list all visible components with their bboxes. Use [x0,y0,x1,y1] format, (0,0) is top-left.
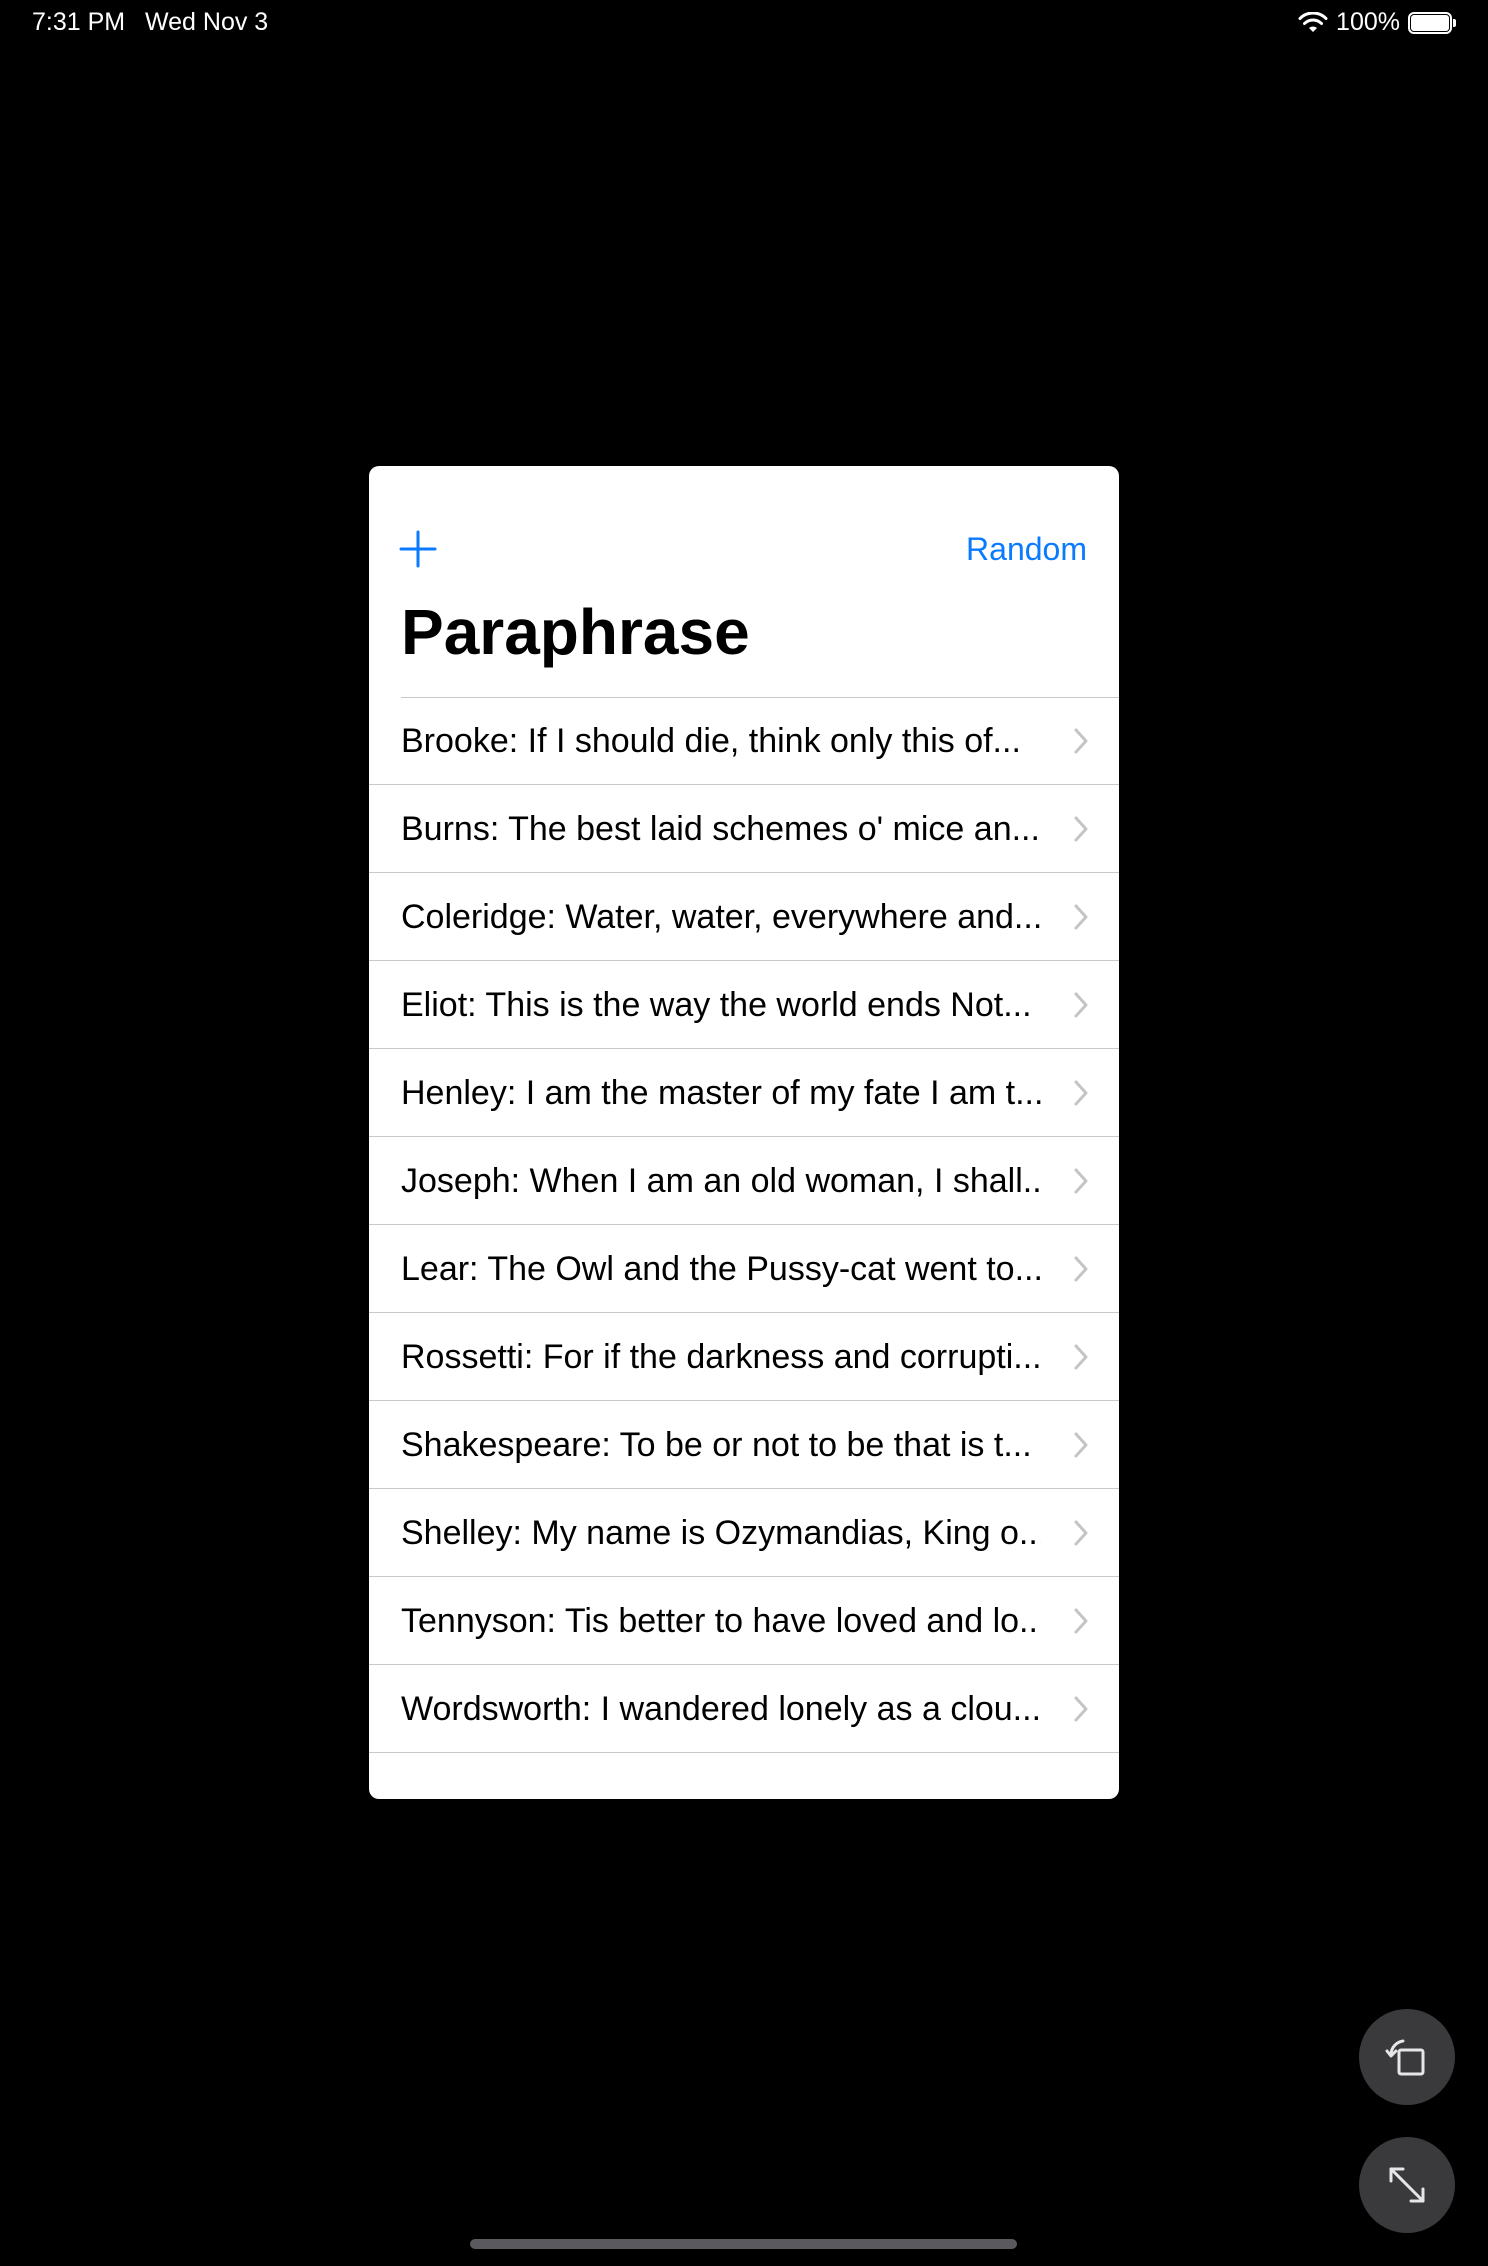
chevron-right-icon [1074,816,1088,842]
status-time: 7:31 PM [32,8,126,36]
chevron-right-icon [1074,1696,1088,1722]
chevron-right-icon [1074,904,1088,930]
expand-icon [1389,2167,1425,2203]
battery-percent: 100% [1336,8,1400,36]
list-item-label: Henley: I am the master of my fate I am … [401,1074,1041,1112]
chevron-right-icon [1074,1080,1088,1106]
rotate-icon [1385,2039,1425,2076]
list-item[interactable]: Eliot: This is the way the world ends No… [369,961,1119,1049]
chevron-right-icon [1074,1432,1088,1458]
status-bar: 7:31 PM Wed Nov 3 100% [0,0,1488,48]
battery-icon [1408,11,1458,34]
chevron-right-icon [1074,1344,1088,1370]
wifi-icon [1298,11,1328,34]
add-button[interactable] [399,530,437,568]
list-item-label: Tennyson: Tis better to have loved and l… [401,1602,1041,1640]
fullscreen-button[interactable] [1359,2137,1455,2233]
chevron-right-icon [1074,728,1088,754]
list-item[interactable]: Lear: The Owl and the Pussy-cat went to.… [369,1225,1119,1313]
list-item-label: Eliot: This is the way the world ends No… [401,986,1032,1024]
rotate-button[interactable] [1359,2009,1455,2105]
chevron-right-icon [1074,1168,1088,1194]
list-item[interactable]: Joseph: When I am an old woman, I shall.… [369,1137,1119,1225]
navigation-bar: Random [369,466,1119,576]
page-title: Paraphrase [401,596,750,668]
home-indicator[interactable] [470,2239,1017,2249]
screen: 7:31 PM Wed Nov 3 100% Random Paraphrase… [0,0,1488,2266]
app-window: Random Paraphrase Brooke: If I should di… [369,466,1119,1799]
list-item-label: Rossetti: For if the darkness and corrup… [401,1338,1041,1376]
plus-icon [399,530,437,568]
random-button[interactable]: Random [966,530,1087,568]
poem-list: Brooke: If I should die, think only this… [369,697,1119,1753]
list-item-label: Brooke: If I should die, think only this… [401,722,1021,760]
list-item[interactable]: Shelley: My name is Ozymandias, King o..… [369,1489,1119,1577]
list-item[interactable]: Coleridge: Water, water, everywhere and.… [369,873,1119,961]
list-item-label: Joseph: When I am an old woman, I shall.… [401,1162,1041,1200]
list-item-label: Coleridge: Water, water, everywhere and.… [401,898,1041,936]
list-item-label: Shakespeare: To be or not to be that is … [401,1426,1032,1464]
chevron-right-icon [1074,1256,1088,1282]
list-item[interactable]: Shakespeare: To be or not to be that is … [369,1401,1119,1489]
status-right: 100% [1298,8,1458,37]
list-item[interactable]: Wordsworth: I wandered lonely as a clou.… [369,1665,1119,1753]
list-item-label: Lear: The Owl and the Pussy-cat went to.… [401,1250,1041,1288]
list-item[interactable]: Burns: The best laid schemes o' mice an.… [369,785,1119,873]
list-item-label: Shelley: My name is Ozymandias, King o..… [401,1514,1041,1552]
list-item-label: Burns: The best laid schemes o' mice an.… [401,810,1040,848]
list-item[interactable]: Rossetti: For if the darkness and corrup… [369,1313,1119,1401]
chevron-right-icon [1074,1608,1088,1634]
list-item[interactable]: Henley: I am the master of my fate I am … [369,1049,1119,1137]
chevron-right-icon [1074,1520,1088,1546]
list-item-label: Wordsworth: I wandered lonely as a clou.… [401,1690,1041,1728]
chevron-right-icon [1074,992,1088,1018]
list-item[interactable]: Brooke: If I should die, think only this… [369,697,1119,785]
list-item[interactable]: Tennyson: Tis better to have loved and l… [369,1577,1119,1665]
status-date: Wed Nov 3 [145,8,269,36]
